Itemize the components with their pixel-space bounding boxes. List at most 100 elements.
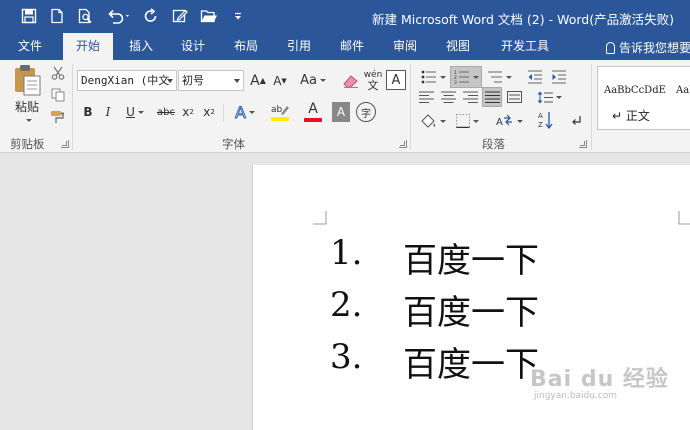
line-spacing-dropdown-icon (555, 95, 562, 99)
cut-button[interactable] (48, 64, 68, 82)
enclose-characters-button[interactable]: 字 (356, 102, 376, 122)
copy-icon (51, 88, 65, 102)
ribbon: 粘贴 剪贴板 DengXian (中文 初号 A ▲ A ▼ Aa wén 文 A B… (0, 60, 690, 153)
bold-button[interactable]: B (80, 102, 96, 122)
decrease-indent-icon (528, 70, 542, 84)
list-item-text: 百度一下 (403, 345, 539, 385)
paste-button[interactable]: 粘贴 (8, 64, 46, 122)
edit-icon[interactable] (169, 5, 191, 27)
redo-icon[interactable] (140, 5, 162, 27)
underline-button[interactable]: U (122, 102, 148, 122)
sort-button[interactable]: AZ (536, 108, 556, 132)
character-shading-button[interactable]: A (332, 102, 350, 122)
font-color-button[interactable]: A (298, 100, 328, 124)
print-preview-icon[interactable] (74, 5, 96, 27)
svg-text:A: A (496, 117, 503, 128)
font-name-select[interactable]: DengXian (中文 (77, 70, 177, 91)
clear-formatting-button[interactable] (340, 70, 362, 91)
tab-design[interactable]: 设计 (172, 33, 214, 60)
change-case-label: Aa (300, 73, 317, 88)
open-folder-icon[interactable] (198, 5, 220, 27)
style-next[interactable]: AaB (670, 67, 690, 129)
svg-text:3: 3 (454, 80, 457, 84)
subscript-label: x (182, 105, 190, 119)
justify-button[interactable] (482, 87, 502, 107)
multilevel-list-button[interactable] (484, 66, 514, 88)
bullets-button[interactable] (418, 66, 448, 88)
superscript-label: x (203, 105, 211, 119)
ribbon-tabs: 文件 开始 插入 设计 布局 引用 邮件 审阅 视图 开发工具 告诉我您想要 (0, 33, 690, 61)
style-sample-normal: AaBbCcDdE (604, 85, 666, 96)
svg-text:Z: Z (538, 121, 543, 129)
underline-dropdown-icon (137, 110, 144, 114)
title-bar: 新建 Microsoft Word 文档 (2) - Word(产品激活失败) (0, 0, 690, 33)
strikethrough-button[interactable]: abc (154, 102, 178, 122)
tab-review[interactable]: 审阅 (384, 33, 426, 60)
phonetic-guide-button[interactable]: wén 文 (362, 68, 384, 92)
paste-dropdown-icon (25, 119, 32, 122)
decrease-indent-button[interactable] (524, 66, 546, 88)
shrink-font-button[interactable]: A ▼ (270, 70, 290, 91)
group-separator (591, 64, 592, 150)
text-effects-button[interactable]: A (230, 101, 260, 123)
tab-home[interactable]: 开始 (63, 33, 113, 61)
font-name-value: DengXian (中文 (81, 74, 170, 87)
superscript-button[interactable]: x2 (201, 102, 217, 122)
new-document-icon[interactable] (46, 5, 68, 27)
tab-developer[interactable]: 开发工具 (496, 33, 554, 60)
format-painter-button[interactable] (48, 108, 68, 126)
font-size-select[interactable]: 初号 (178, 70, 244, 91)
style-name-normal: ↵ 正文 (612, 109, 650, 123)
copy-button[interactable] (48, 86, 68, 104)
character-border-button[interactable]: A (386, 70, 406, 90)
align-center-button[interactable] (438, 87, 458, 107)
tab-references[interactable]: 引用 (278, 33, 320, 60)
tab-file[interactable]: 文件 (8, 33, 52, 60)
increase-indent-button[interactable] (548, 66, 570, 88)
numbering-button[interactable]: 123 (450, 66, 482, 88)
line-spacing-button[interactable] (534, 87, 564, 107)
paragraph-launcher-icon[interactable] (579, 140, 587, 148)
show-formatting-button[interactable] (566, 110, 586, 132)
multilevel-dropdown-icon (505, 75, 512, 79)
font-launcher-icon[interactable] (399, 140, 407, 148)
grow-font-label: A (250, 72, 260, 89)
subscript-button[interactable]: x2 (180, 102, 196, 122)
align-center-icon (440, 91, 456, 103)
tab-view[interactable]: 视图 (437, 33, 479, 60)
justify-icon (484, 91, 500, 103)
borders-button[interactable] (452, 110, 482, 132)
style-normal[interactable]: AaBbCcDdE ↵ 正文 (598, 67, 670, 129)
tab-layout[interactable]: 布局 (225, 33, 267, 60)
tab-mailings[interactable]: 邮件 (331, 33, 373, 60)
highlight-color-swatch (271, 117, 289, 121)
borders-icon (455, 114, 470, 128)
shading-button[interactable] (418, 110, 448, 132)
numbering-dropdown-icon (472, 75, 479, 79)
svg-text:A: A (538, 112, 543, 120)
group-separator (72, 64, 73, 150)
bullet-list-icon (421, 70, 436, 84)
highlight-button[interactable]: ab (264, 100, 296, 124)
tab-insert[interactable]: 插入 (120, 33, 162, 60)
font-size-value: 初号 (182, 74, 204, 87)
crop-mark-left (313, 211, 327, 225)
undo-icon[interactable] (104, 5, 134, 27)
save-icon[interactable] (18, 5, 40, 27)
align-left-button[interactable] (416, 87, 436, 107)
italic-button[interactable]: I (100, 102, 116, 122)
grow-font-button[interactable]: A ▲ (248, 70, 268, 91)
group-separator (223, 104, 224, 122)
chinese-layout-button[interactable]: A (494, 110, 524, 132)
crop-mark-right (678, 211, 690, 225)
clipboard-launcher-icon[interactable] (61, 140, 69, 148)
customize-icon[interactable] (227, 5, 249, 27)
baidu-watermark: Bai du 经验 jingyan.baidu.com (530, 361, 669, 401)
change-case-button[interactable]: Aa (296, 70, 330, 91)
watermark-logo: Bai du 经验 (530, 367, 669, 392)
underline-label: U (126, 105, 135, 119)
distributed-button[interactable] (504, 87, 524, 107)
align-right-button[interactable] (460, 87, 480, 107)
paint-bucket-icon (421, 113, 436, 128)
tell-me-box[interactable]: 告诉我您想要 (606, 39, 690, 56)
